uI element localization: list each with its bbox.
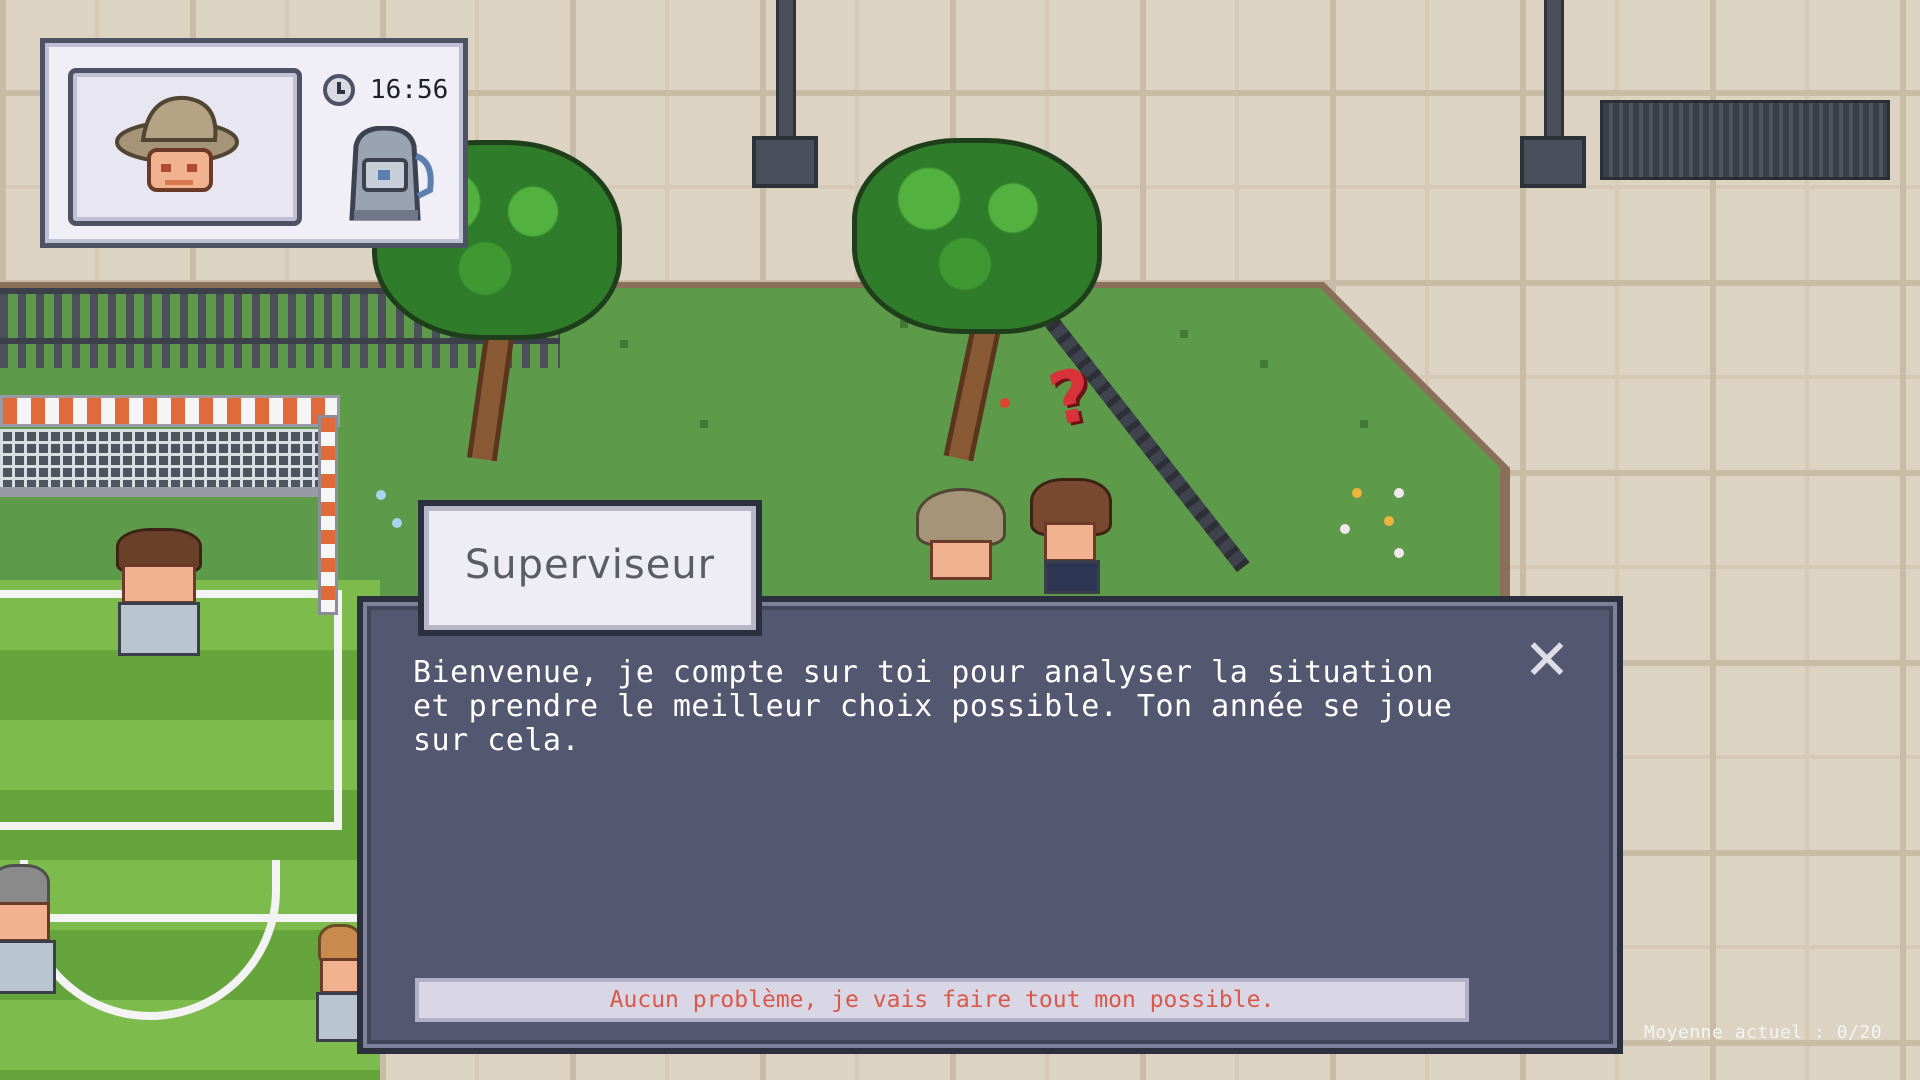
flower <box>1394 548 1404 558</box>
grass-tuft <box>700 420 708 428</box>
flower <box>1000 398 1010 408</box>
character-body <box>1044 560 1100 594</box>
supervisor-npc[interactable] <box>916 488 1006 598</box>
field-line <box>0 822 342 830</box>
backpack-svg <box>349 125 434 221</box>
lamp-pole <box>1544 0 1564 150</box>
average-score: Moyenne actuel : 0/20 <box>1644 1022 1883 1043</box>
tree-crown <box>852 138 1102 334</box>
goal-frame <box>0 487 318 497</box>
npc-student[interactable] <box>1030 478 1114 598</box>
lamp-pole-base <box>1520 136 1586 188</box>
goal-crossbar <box>0 395 340 427</box>
character-body <box>118 602 200 656</box>
npc-student[interactable] <box>312 924 362 1044</box>
dialog-message: Bienvenue, je compte sur toi pour analys… <box>413 655 1453 758</box>
character-body <box>0 940 56 994</box>
flower <box>1340 524 1350 534</box>
grass-tuft <box>1360 420 1368 428</box>
clock-icon <box>323 74 355 106</box>
goal-net <box>0 429 320 489</box>
character-face <box>930 540 992 580</box>
field-line <box>334 590 342 830</box>
clock-time: 16:56 <box>370 75 449 105</box>
character-face <box>0 902 50 942</box>
lamp-pole-base <box>752 136 818 188</box>
character-face <box>122 564 196 604</box>
flower <box>376 490 386 500</box>
character-face <box>1044 522 1096 562</box>
flower <box>1394 488 1404 498</box>
player-character[interactable] <box>110 528 210 668</box>
close-icon[interactable]: ✕ <box>1520 633 1574 689</box>
grass-tuft <box>1180 330 1188 338</box>
ventilation-grate <box>1600 100 1890 180</box>
flower <box>392 518 402 528</box>
supervisor-hat-portrait <box>115 90 245 205</box>
speaker-name: Superviseur <box>464 542 716 588</box>
npc-student[interactable] <box>0 864 60 994</box>
dialog-choice-button[interactable]: Aucun problème, je vais faire tout mon p… <box>415 978 1469 1022</box>
portrait-icon <box>115 95 239 192</box>
backpack-icon[interactable] <box>338 125 434 226</box>
lamp-pole <box>776 0 796 150</box>
grass-tuft <box>1260 360 1268 368</box>
character-body <box>316 992 362 1042</box>
grass-tuft <box>620 340 628 348</box>
character-face <box>320 958 360 994</box>
flower <box>1352 488 1362 498</box>
flower <box>1384 516 1394 526</box>
goal-post <box>318 415 338 615</box>
supervisor-hat <box>916 488 1006 546</box>
